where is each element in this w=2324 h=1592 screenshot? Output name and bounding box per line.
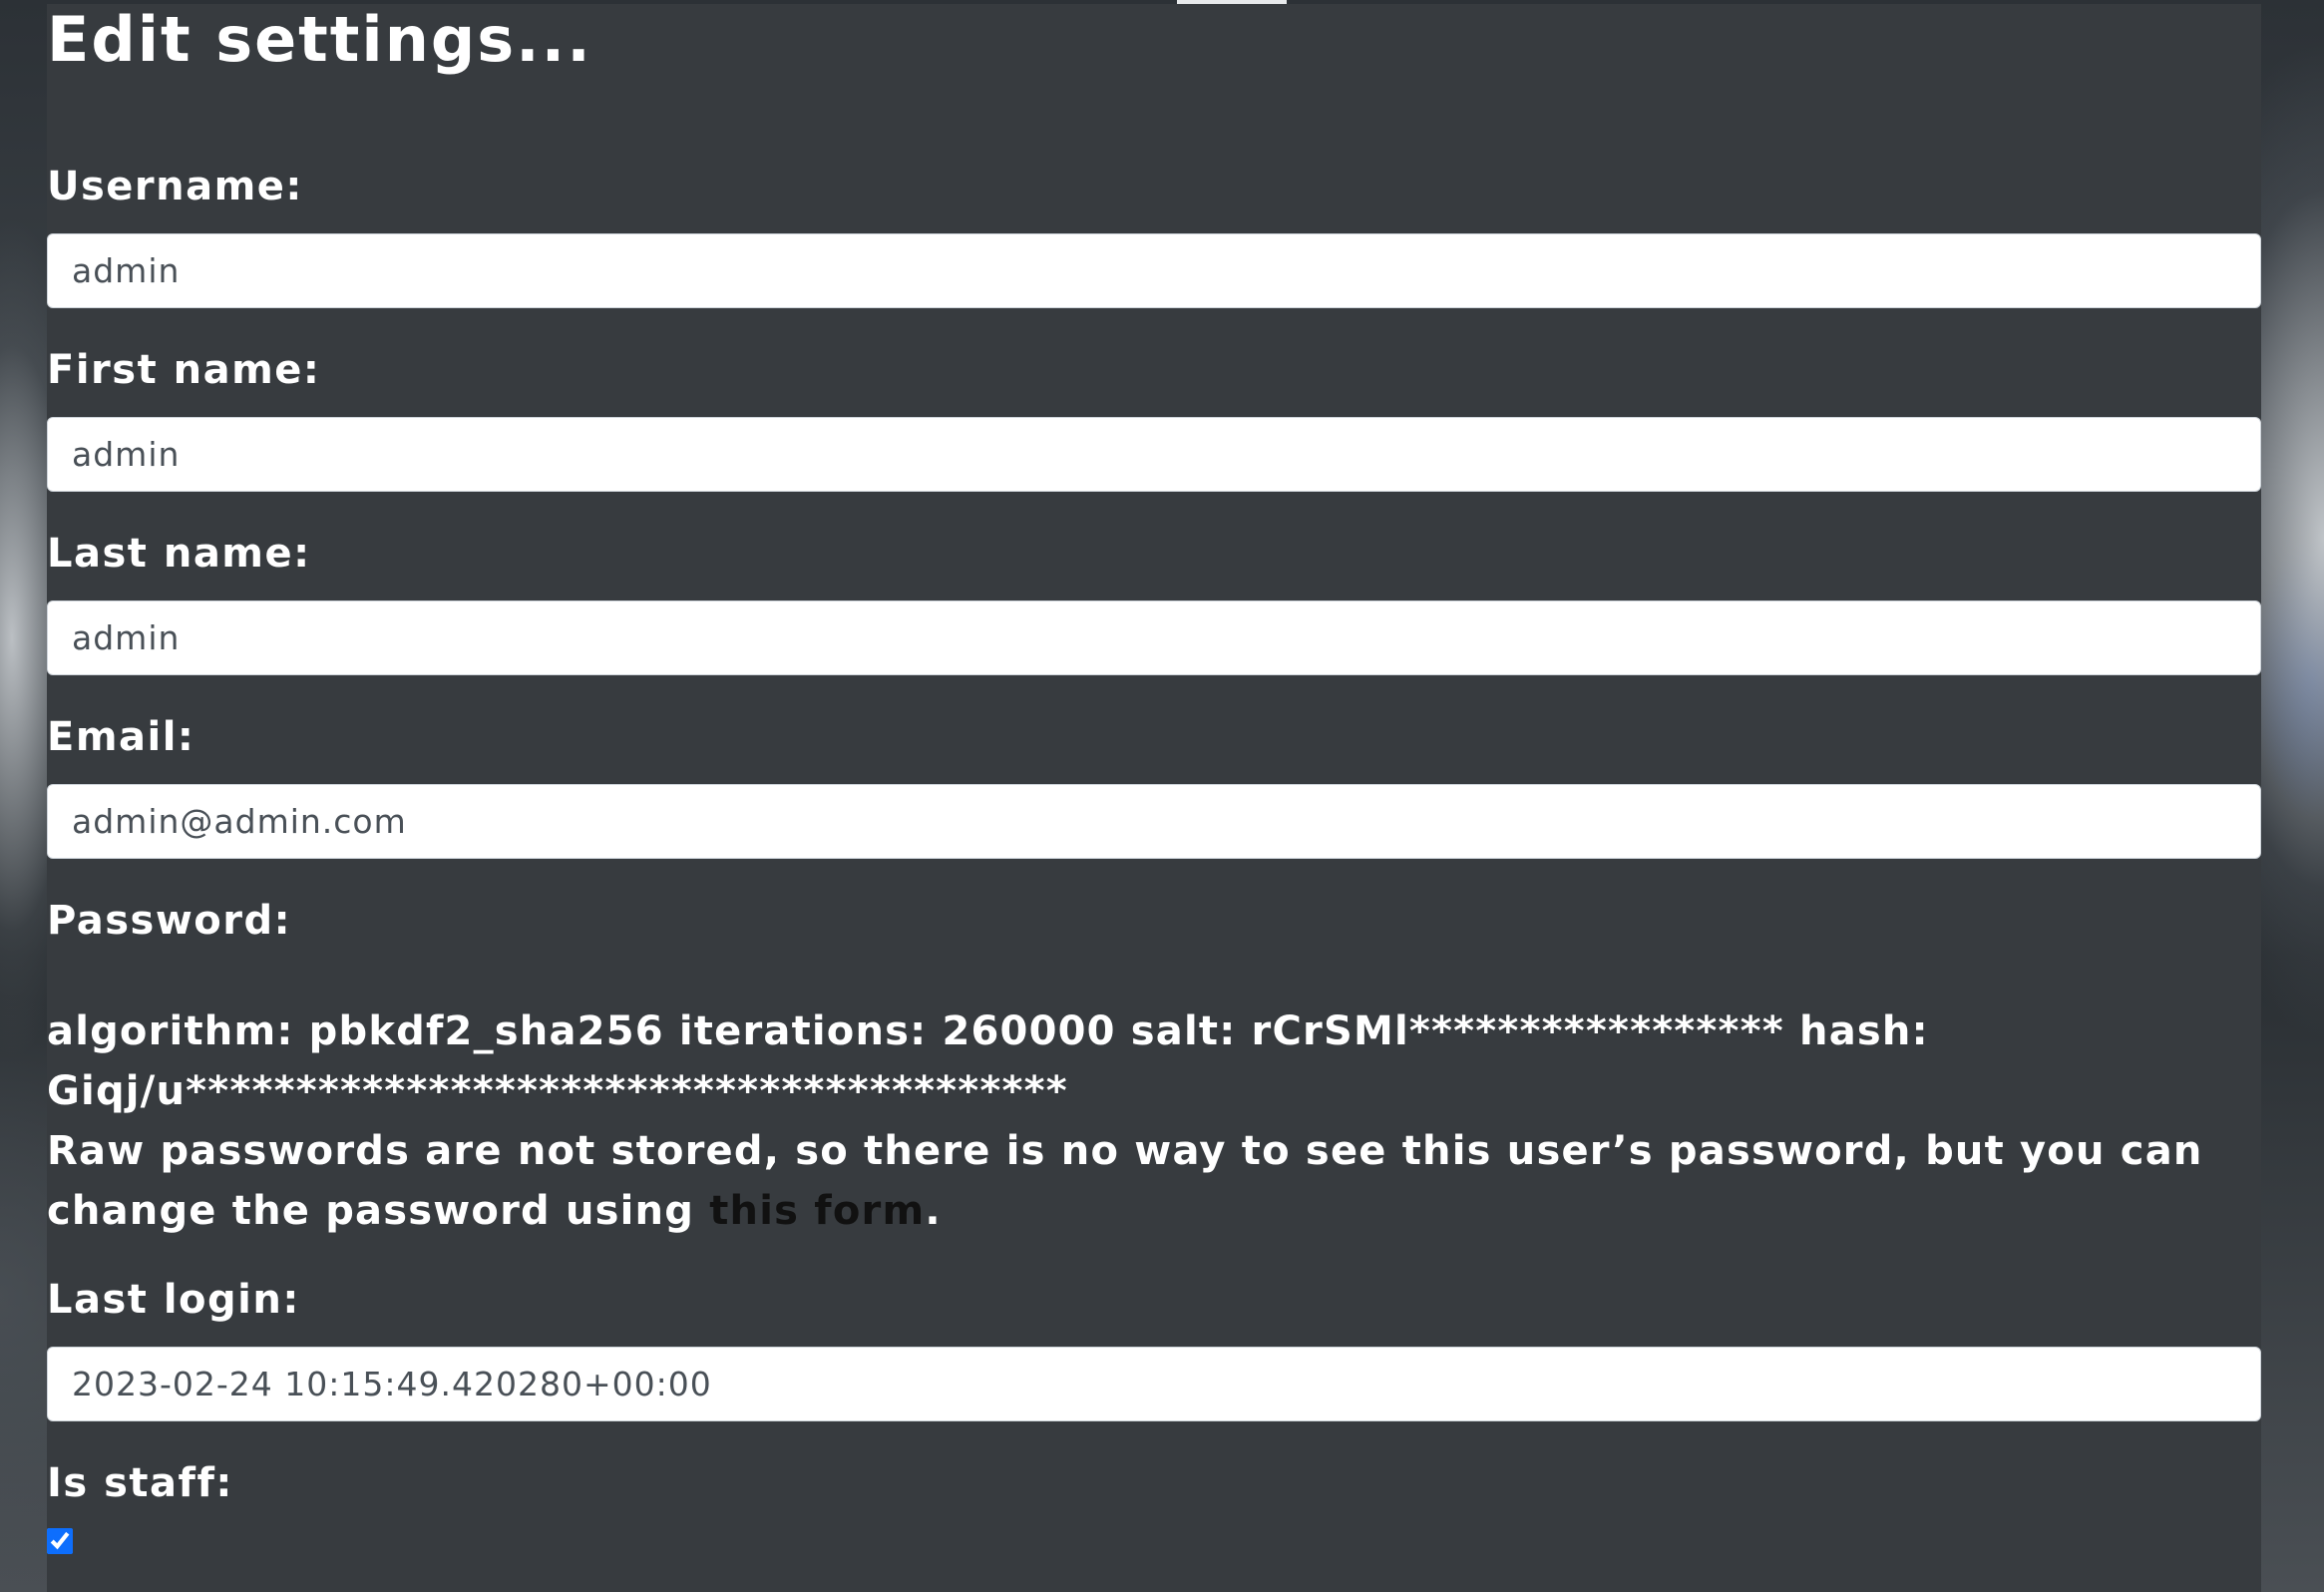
is-staff-checkbox[interactable] <box>47 1528 73 1554</box>
username-input[interactable] <box>47 233 2261 308</box>
email-input[interactable] <box>47 784 2261 859</box>
password-help-text: Raw passwords are not stored, so there i… <box>47 1121 2261 1241</box>
change-password-link[interactable]: this form <box>709 1188 925 1234</box>
last-login-label: Last login: <box>47 1277 300 1323</box>
first-name-label: First name: <box>47 347 321 393</box>
password-help-prefix: Raw passwords are not stored, so there i… <box>47 1128 2203 1234</box>
first-name-input[interactable] <box>47 417 2261 492</box>
password-label: Password: <box>47 898 292 944</box>
page-title: Edit settings... <box>47 3 592 76</box>
password-help-suffix: . <box>925 1188 942 1234</box>
password-hash-info: algorithm: pbkdf2_sha256 iterations: 260… <box>47 1008 1929 1114</box>
last-name-input[interactable] <box>47 600 2261 675</box>
last-login-input[interactable] <box>47 1347 2261 1421</box>
username-label: Username: <box>47 164 303 209</box>
settings-panel: Edit settings... Username: First name: L… <box>47 4 2261 1592</box>
email-label: Email: <box>47 714 195 760</box>
last-name-label: Last name: <box>47 531 311 577</box>
is-staff-label: Is staff: <box>47 1460 233 1506</box>
